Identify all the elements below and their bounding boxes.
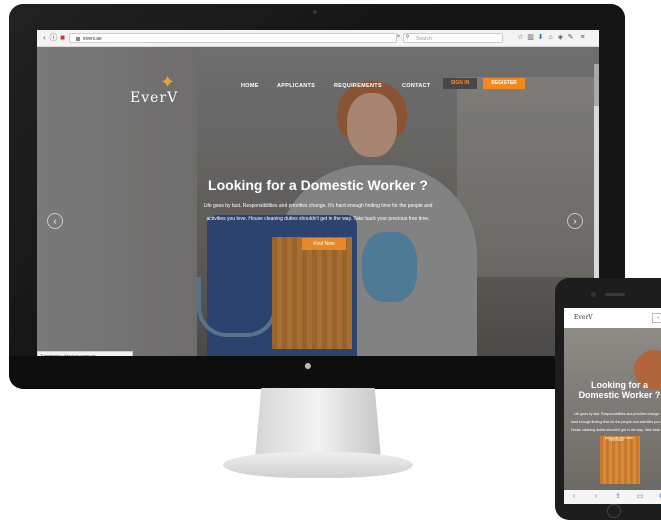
site-logo[interactable]: EverV [130, 90, 178, 106]
hero-text-line-2: activities you love. House cleaning duti… [206, 216, 430, 222]
nav-home[interactable]: HOME [241, 83, 259, 89]
phone-find-now-button[interactable]: Find Now [604, 436, 628, 444]
phone-forward-icon[interactable]: › [592, 493, 600, 501]
reload-icon[interactable]: × [395, 34, 402, 41]
url-bar[interactable]: everv.ae [69, 33, 397, 43]
library-icon[interactable]: ▥ [527, 34, 534, 41]
star-icon[interactable]: ☆ [517, 34, 524, 41]
find-now-button[interactable]: Find Now [302, 238, 346, 250]
search-placeholder: Search [416, 36, 432, 42]
extension-icon[interactable]: ✎ [567, 34, 574, 41]
slider-next-icon[interactable]: › [567, 213, 583, 229]
browser-search-input[interactable]: Search [403, 33, 503, 43]
lock-icon [76, 36, 80, 41]
phone-browser-toolbar: ‹ › ⇪ ▭ ⧉ [564, 490, 661, 504]
monitor-stand [255, 388, 381, 458]
phone-home-button[interactable] [607, 504, 621, 518]
sign-in-button[interactable]: SIGN IN [443, 78, 477, 89]
back-icon[interactable]: ‹ [40, 33, 49, 42]
scrollbar-thumb[interactable] [594, 64, 599, 106]
apple-logo-icon: ● [303, 357, 313, 373]
home-icon[interactable]: ⌂ [547, 34, 554, 41]
monitor-chin [9, 356, 625, 388]
phone-hero-title-line-2: Domestic Worker ? [578, 390, 661, 400]
browser-toolbar: ‹ ⓘ ■ everv.ae Search × ⚲ ☆ ▥ ⬇ ⌂ ◈ ✎ ≡ [37, 30, 599, 47]
monitor-stand-base [223, 452, 413, 478]
phone-back-icon[interactable]: ‹ [570, 493, 578, 501]
phone-bookmarks-icon[interactable]: ▭ [636, 493, 644, 501]
phone-device: EverV ≡ Looking for a Domestic Worker ? … [555, 278, 661, 520]
hero-text-line-1: Life goes by fast. Responsibilities and … [203, 203, 433, 209]
slider-prev-icon[interactable]: ‹ [47, 213, 63, 229]
phone-screen: EverV ≡ Looking for a Domestic Worker ? … [564, 308, 661, 504]
phone-site-header: EverV ≡ [564, 308, 661, 328]
shield-icon[interactable]: ◈ [557, 34, 564, 41]
info-icon[interactable]: ⓘ [49, 33, 58, 42]
phone-hero-title: Looking for a Domestic Worker ? [566, 380, 661, 400]
phone-menu-icon[interactable]: ≡ [652, 313, 661, 323]
hero-text: Life goes by fast. Responsibilities and … [187, 200, 449, 226]
download-icon[interactable]: ⬇ [537, 34, 544, 41]
nav-applicants[interactable]: APPLICANTS [277, 83, 315, 89]
phone-share-icon[interactable]: ⇪ [614, 493, 622, 501]
site-icon: ■ [60, 33, 65, 42]
hero-section: ✦ EverV HOME APPLICANTS REQUIREMENTS CON… [37, 47, 599, 360]
monitor-camera [313, 10, 317, 14]
url-text: everv.ae [83, 36, 102, 42]
desktop-monitor: ‹ ⓘ ■ everv.ae Search × ⚲ ☆ ▥ ⬇ ⌂ ◈ ✎ ≡ [9, 4, 625, 388]
nav-contact[interactable]: CONTACT [402, 83, 431, 89]
phone-site-logo[interactable]: EverV [574, 314, 593, 321]
monitor-screen: ‹ ⓘ ■ everv.ae Search × ⚲ ☆ ▥ ⬇ ⌂ ◈ ✎ ≡ [37, 30, 599, 360]
register-button[interactable]: REGISTER [483, 78, 525, 89]
search-icon: ⚲ [405, 34, 410, 40]
hero-title: Looking for a Domestic Worker ? [208, 177, 428, 193]
nav-requirements[interactable]: REQUIREMENTS [334, 83, 382, 89]
phone-hero-section: Looking for a Domestic Worker ? Life goe… [564, 328, 661, 504]
phone-speaker [605, 293, 625, 296]
phone-hero-title-line-1: Looking for a [591, 380, 648, 390]
phone-camera [591, 292, 596, 297]
menu-icon[interactable]: ≡ [579, 34, 586, 41]
